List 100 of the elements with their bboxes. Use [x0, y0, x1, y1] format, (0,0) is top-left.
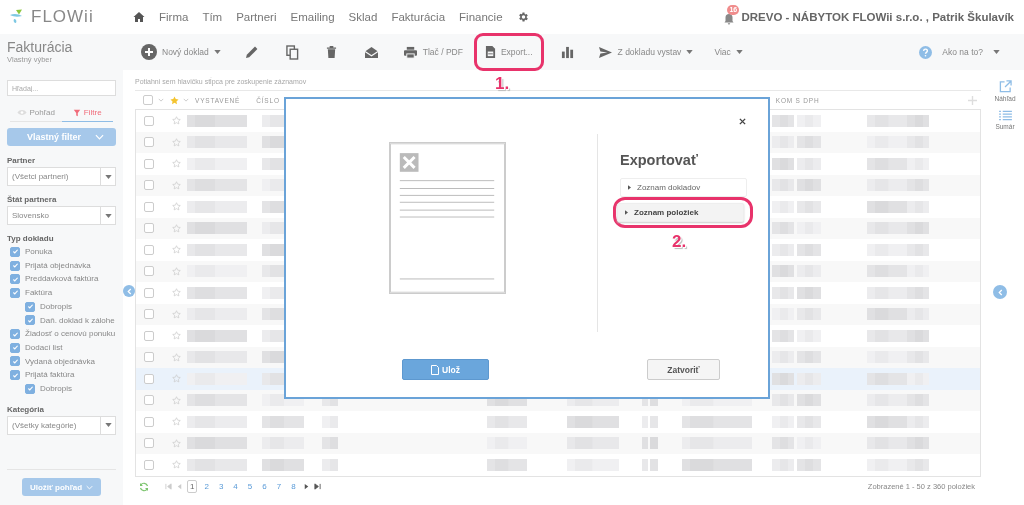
dropdown[interactable]: (Všetci partneri)	[7, 167, 116, 186]
page-link[interactable]: 3	[215, 480, 227, 493]
nav-link[interactable]: Tím	[202, 11, 223, 23]
nav-link[interactable]: Fakturácia	[391, 11, 446, 23]
checkbox-label: Ponuka	[25, 246, 53, 258]
chevron-down-icon	[158, 98, 164, 102]
page-link[interactable]: 8	[288, 480, 299, 493]
checkbox[interactable]	[144, 330, 154, 341]
checkbox[interactable]	[144, 352, 154, 363]
page-link[interactable]: 1	[187, 480, 198, 493]
checkbox-label: Dobropis	[40, 300, 72, 313]
close-dialog-button[interactable]: Zatvoriť	[647, 359, 720, 380]
checkbox[interactable]	[144, 223, 154, 234]
checkbox[interactable]	[144, 115, 154, 126]
chevron-left-icon	[126, 287, 132, 295]
dropdown[interactable]: (Všetky kategórie)	[7, 415, 116, 435]
bar-chart-icon	[560, 45, 574, 59]
list-icon	[998, 110, 1012, 121]
logo-text: FLOWii	[31, 7, 94, 27]
pencil-icon	[244, 45, 259, 59]
checkbox[interactable]	[25, 301, 35, 312]
print-button[interactable]: Tlač / PDF	[396, 41, 469, 63]
checkbox[interactable]	[25, 383, 35, 394]
help-icon	[919, 45, 933, 59]
checkbox[interactable]	[144, 244, 154, 255]
checkbox-label: Preddavková faktúra	[25, 273, 99, 286]
checkbox-label: Daň. doklad k zálohe	[40, 314, 115, 327]
checkbox[interactable]	[25, 315, 35, 326]
page-link[interactable]: 7	[273, 480, 285, 493]
new-document-button[interactable]: Nový doklad	[135, 40, 227, 64]
chevron-down-icon	[183, 98, 189, 102]
checkbox[interactable]	[10, 274, 20, 285]
caret-right-icon	[625, 210, 628, 215]
nav-link[interactable]: Firma	[159, 11, 189, 23]
collapse-handle[interactable]	[993, 285, 1007, 299]
checkbox[interactable]	[144, 158, 154, 169]
first-page-icon	[165, 483, 172, 490]
external-link-icon	[998, 80, 1012, 93]
step-number: 1.	[494, 74, 510, 94]
collapse-handle[interactable]	[123, 285, 135, 297]
chevron-down-icon	[86, 484, 94, 490]
more-button[interactable]: Viac	[708, 43, 749, 61]
nav-link[interactable]: Financie	[459, 11, 503, 23]
account-name[interactable]: DREVO - NÁBYTOK FLOWii s.r.o. , Patrik Škulavík	[741, 11, 1014, 23]
page-link[interactable]: 6	[259, 480, 270, 493]
checkbox[interactable]	[10, 329, 20, 340]
section-label: Typ dokladu	[7, 234, 55, 243]
refresh-icon	[139, 481, 149, 492]
checkbox[interactable]	[10, 356, 20, 367]
nav-link[interactable]: Partneri	[236, 11, 277, 23]
dialog-title: Exportovať	[620, 152, 699, 168]
document-icon	[484, 45, 496, 59]
checkbox[interactable]	[144, 309, 154, 320]
page-link[interactable]: 2	[201, 480, 212, 493]
trash-icon	[325, 45, 337, 59]
checkbox[interactable]	[144, 395, 154, 406]
save-button[interactable]: Ulož	[402, 359, 489, 380]
checkbox[interactable]	[144, 137, 154, 148]
checkbox[interactable]	[144, 459, 154, 470]
checkbox[interactable]	[144, 180, 154, 191]
eye-icon	[16, 109, 27, 116]
nav-link[interactable]: Emailing	[290, 11, 335, 23]
caret-icon	[104, 174, 112, 179]
close-icon	[739, 118, 746, 125]
plus-circle-icon	[141, 44, 157, 60]
export-button[interactable]: Export...	[478, 41, 539, 63]
checkbox[interactable]	[144, 266, 154, 277]
checkbox[interactable]	[144, 287, 154, 298]
checkbox-label: Faktúra	[25, 287, 53, 300]
export-option[interactable]: Zoznam položiek	[617, 203, 744, 222]
checkbox[interactable]	[144, 438, 154, 449]
caret-icon	[104, 213, 112, 218]
export-option[interactable]: Zoznam dokladov	[620, 178, 747, 197]
page-link[interactable]: 5	[244, 480, 256, 493]
previous-page-icon	[176, 483, 183, 490]
printer-icon	[402, 45, 418, 59]
checkbox[interactable]	[10, 287, 20, 298]
page-link[interactable]: 4	[230, 480, 241, 493]
dropdown[interactable]: Slovensko	[7, 206, 116, 225]
bell-icon	[723, 13, 736, 25]
chevron-down-icon	[95, 134, 104, 140]
create-from-button[interactable]: Z dokladu vystav	[591, 41, 700, 63]
tab[interactable]: Filtre	[61, 106, 113, 122]
checkbox[interactable]	[144, 373, 154, 384]
help-button[interactable]: Ako na to?	[913, 41, 1006, 63]
checkbox[interactable]	[144, 201, 154, 212]
next-page-icon	[302, 483, 310, 490]
checkbox[interactable]	[144, 416, 154, 427]
envelope-icon	[363, 45, 379, 59]
nav-link[interactable]: Sklad	[348, 11, 378, 23]
last-page-icon	[313, 483, 321, 490]
table-row[interactable]	[136, 432, 980, 454]
checkbox-label: Prijatá objednávka	[25, 259, 91, 272]
checkbox[interactable]	[143, 95, 153, 105]
checkbox[interactable]	[10, 370, 20, 381]
checkbox[interactable]	[10, 260, 20, 271]
star-icon	[170, 95, 179, 105]
checkbox[interactable]	[10, 246, 20, 257]
checkbox[interactable]	[10, 342, 20, 353]
tab[interactable]: Pohľad	[10, 106, 62, 122]
